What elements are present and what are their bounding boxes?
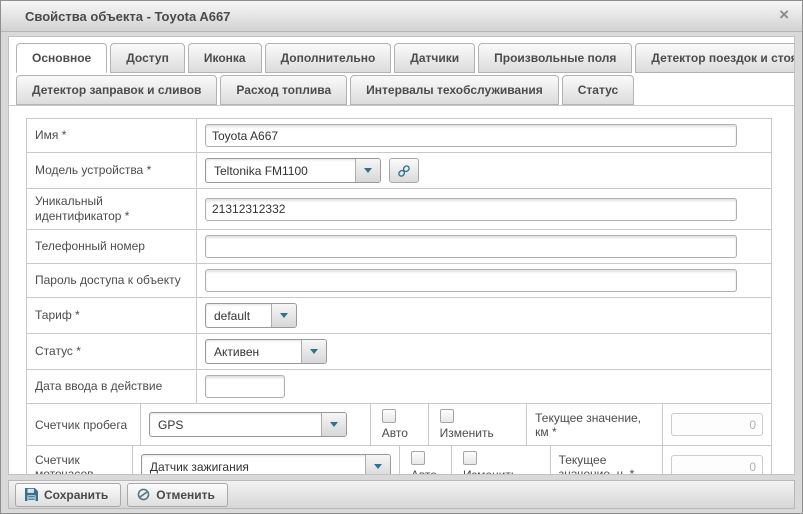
device-model-row: Модель устройства * Teltonika FM1100 xyxy=(27,153,772,189)
engine-hours-sensor-select[interactable]: Датчик зажигания xyxy=(141,454,391,475)
engine-hours-change-label: Изменить xyxy=(463,468,517,475)
phone-input[interactable] xyxy=(205,235,737,258)
tab-icon[interactable]: Иконка xyxy=(188,43,262,73)
tariff-select[interactable]: default xyxy=(205,303,297,328)
engine-hours-sensor-value: Датчик зажигания xyxy=(142,455,257,475)
cancel-icon xyxy=(137,488,150,501)
mileage-sensor-select[interactable]: GPS xyxy=(149,412,347,437)
tariff-dropdown-button[interactable] xyxy=(271,304,296,327)
device-link-button[interactable] xyxy=(389,158,419,183)
chevron-down-icon xyxy=(310,349,318,354)
tab-custom-fields[interactable]: Произвольные поля xyxy=(478,43,632,73)
tab-fuel-fill-drain-detector[interactable]: Детектор заправок и сливов xyxy=(16,75,217,105)
engine-hours-auto-checkbox[interactable] xyxy=(411,451,425,465)
field-label-engine-hours-counter: Счетчик моточасов xyxy=(27,446,133,476)
status-select[interactable]: Активен xyxy=(205,339,327,364)
engine-hours-current-value-label: Текущее значение, ч. * xyxy=(550,446,662,476)
engine-hours-auto-label: Авто xyxy=(411,468,437,475)
tab-row-1: Основное Доступ Иконка Дополнительно Дат… xyxy=(16,43,787,73)
mileage-change-checkbox[interactable] xyxy=(440,409,454,423)
field-label-access-password: Пароль доступа к объекту xyxy=(27,264,197,298)
main-fields-table: Имя * Модель устройства * Teltonika FM11… xyxy=(26,118,772,404)
tab-access[interactable]: Доступ xyxy=(110,43,185,73)
dialog-body: Основное Доступ Иконка Дополнительно Дат… xyxy=(8,36,795,475)
mileage-auto-label: Авто xyxy=(382,426,408,440)
tariff-row: Тариф * default xyxy=(27,298,772,334)
main-tab-form: Имя * Модель устройства * Teltonika FM11… xyxy=(26,118,794,475)
dialog-titlebar[interactable]: Свойства объекта - Toyota A667 × xyxy=(1,1,802,32)
status-value: Активен xyxy=(206,340,267,363)
tab-status[interactable]: Статус xyxy=(562,75,634,105)
mileage-counter-row: Счетчик пробега GPS Авто xyxy=(27,404,772,446)
save-button-label: Сохранить xyxy=(44,488,108,502)
mileage-change-label: Изменить xyxy=(440,426,494,440)
tab-additional[interactable]: Дополнительно xyxy=(265,43,392,73)
chevron-down-icon xyxy=(364,168,372,173)
mileage-counter-table: Счетчик пробега GPS Авто xyxy=(26,403,772,446)
engine-hours-dropdown-button[interactable] xyxy=(365,455,390,475)
activation-date-input[interactable] xyxy=(205,375,285,398)
field-label-tariff: Тариф * xyxy=(27,298,197,334)
chevron-down-icon xyxy=(280,313,288,318)
chevron-down-icon xyxy=(374,464,382,469)
cancel-button[interactable]: Отменить xyxy=(127,483,228,507)
device-model-dropdown-button[interactable] xyxy=(355,159,380,182)
chain-link-icon xyxy=(397,164,411,178)
save-button[interactable]: Сохранить xyxy=(15,483,121,507)
access-password-input[interactable] xyxy=(205,269,737,292)
engine-hours-current-value-input xyxy=(671,455,763,475)
status-dropdown-button[interactable] xyxy=(301,340,326,363)
tab-fuel-consumption[interactable]: Расход топлива xyxy=(220,75,347,105)
field-label-device-model: Модель устройства * xyxy=(27,153,197,189)
field-label-activation-date: Дата ввода в действие xyxy=(27,370,197,404)
field-label-unique-id: Уникальный идентификатор * xyxy=(27,189,197,230)
footer-toolbar: Сохранить Отменить xyxy=(8,480,795,509)
engine-hours-counter-row: Счетчик моточасов Датчик зажигания Авто xyxy=(27,446,772,476)
object-properties-dialog: Свойства объекта - Toyota A667 × Основно… xyxy=(0,0,803,514)
mileage-sensor-value: GPS xyxy=(150,413,191,436)
phone-row: Телефонный номер xyxy=(27,230,772,264)
tab-main[interactable]: Основное xyxy=(16,43,107,73)
tab-trip-parking-detector[interactable]: Детектор поездок и стоянок xyxy=(635,43,795,73)
tariff-value: default xyxy=(206,304,258,327)
unique-id-input[interactable] xyxy=(205,198,737,221)
activation-date-row: Дата ввода в действие xyxy=(27,370,772,404)
save-icon xyxy=(25,488,38,501)
field-label-phone: Телефонный номер xyxy=(27,230,197,264)
field-label-name: Имя * xyxy=(27,119,197,153)
field-label-status: Статус * xyxy=(27,334,197,370)
mileage-dropdown-button[interactable] xyxy=(321,413,346,436)
chevron-down-icon xyxy=(330,422,338,427)
name-input[interactable] xyxy=(205,124,737,147)
tab-row-2: Детектор заправок и сливов Расход топлив… xyxy=(16,75,787,105)
mileage-current-value-label: Текущее значение, км * xyxy=(527,404,663,446)
access-password-row: Пароль доступа к объекту xyxy=(27,264,772,298)
device-model-value: Teltonika FM1100 xyxy=(206,159,316,182)
status-row: Статус * Активен xyxy=(27,334,772,370)
tab-bar: Основное Доступ Иконка Дополнительно Дат… xyxy=(9,37,794,106)
field-label-mileage-counter: Счетчик пробега xyxy=(27,404,141,446)
close-icon[interactable]: × xyxy=(779,6,789,24)
device-model-select[interactable]: Teltonika FM1100 xyxy=(205,158,381,183)
cancel-button-label: Отменить xyxy=(156,488,215,502)
mileage-auto-checkbox[interactable] xyxy=(382,409,396,423)
name-row: Имя * xyxy=(27,119,772,153)
mileage-current-value-input xyxy=(671,413,763,436)
dialog-title: Свойства объекта - Toyota A667 xyxy=(25,9,230,24)
engine-hours-change-checkbox[interactable] xyxy=(463,451,477,465)
unique-id-row: Уникальный идентификатор * xyxy=(27,189,772,230)
engine-hours-counter-table: Счетчик моточасов Датчик зажигания Авто xyxy=(26,445,772,475)
tab-sensors[interactable]: Датчики xyxy=(394,43,475,73)
tab-maintenance-intervals[interactable]: Интервалы техобслуживания xyxy=(350,75,559,105)
